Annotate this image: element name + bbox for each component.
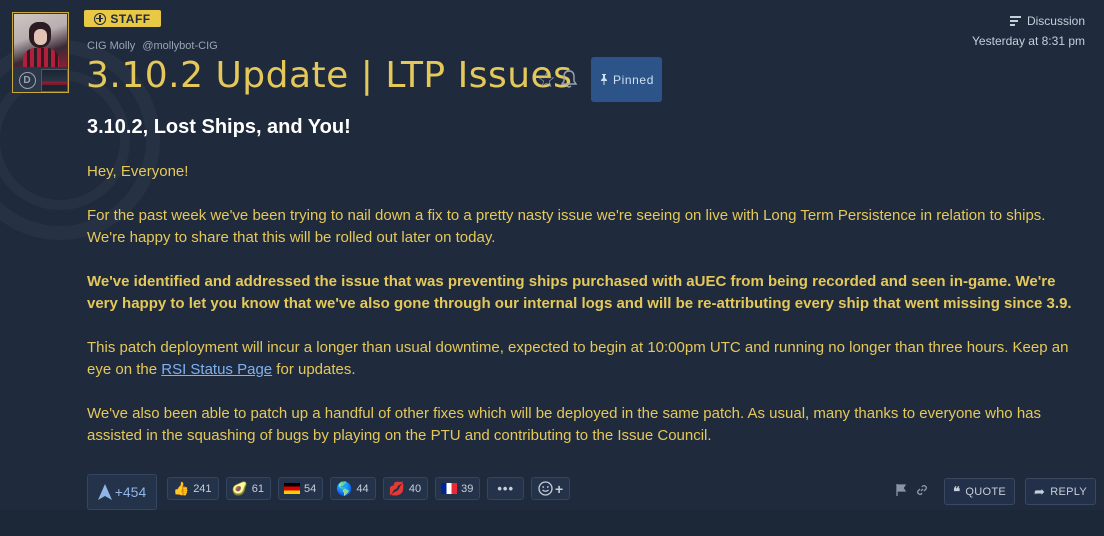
staff-crosshair-icon <box>94 12 107 25</box>
earth-globe-icon: 🌎 <box>336 481 353 496</box>
avocado-icon: 🥑 <box>231 481 248 496</box>
reactions-bar: 👍 241 🥑 61 54 🌎 44 💋 40 39 ••• + <box>167 477 571 500</box>
post-paragraph-1: For the past week we've been trying to n… <box>87 207 1046 246</box>
author-avatar-card[interactable]: D <box>12 12 69 93</box>
author-name[interactable]: CIG Molly <box>87 40 135 52</box>
reply-arrow-icon: ➦ <box>1034 483 1046 499</box>
reaction-thumbs-up[interactable]: 👍 241 <box>167 477 219 500</box>
post-greeting: Hey, Everyone! <box>87 163 189 180</box>
discussion-icon <box>1009 16 1021 26</box>
more-reactions-button[interactable]: ••• <box>487 477 525 500</box>
bottom-bar <box>0 510 1104 536</box>
reaction-france-flag[interactable]: 39 <box>435 477 481 500</box>
reaction-count: 61 <box>251 482 264 495</box>
quote-label: QUOTE <box>965 485 1007 498</box>
upvote-ship-icon <box>97 484 112 500</box>
post-actions: ❝ QUOTE ➦ REPLY <box>896 478 1096 505</box>
reaction-count: 39 <box>461 482 474 495</box>
upvote-button[interactable]: +454 <box>87 474 157 510</box>
reaction-avocado[interactable]: 🥑 61 <box>225 477 271 500</box>
thumbs-up-icon: 👍 <box>173 481 190 496</box>
quote-icon: ❝ <box>953 483 961 499</box>
post-meta: Discussion Yesterday at 8:31 pm <box>972 14 1085 48</box>
plus-icon: + <box>555 480 564 497</box>
reaction-germany-flag[interactable]: 54 <box>277 477 324 500</box>
pinned-label: Pinned <box>613 72 654 87</box>
para3-text-after: for updates. <box>272 361 356 378</box>
staff-badge: STAFF <box>84 10 161 27</box>
link-icon[interactable] <box>916 484 928 499</box>
post-paragraph-2: We've identified and addressed the issue… <box>87 273 1072 312</box>
org-badge[interactable]: D <box>14 69 40 92</box>
post-paragraph-4: We've also been able to patch up a handf… <box>87 405 1042 444</box>
reaction-count: 241 <box>193 482 212 495</box>
reply-button[interactable]: ➦ REPLY <box>1025 478 1096 505</box>
post-heading: 3.10.2, Lost Ships, and You! <box>87 116 351 138</box>
post-timestamp[interactable]: Yesterday at 8:31 pm <box>972 34 1085 48</box>
reaction-count: 44 <box>356 482 369 495</box>
add-reaction-button[interactable]: + <box>531 477 571 500</box>
post-body: 3.10.2, Lost Ships, and You! Hey, Everyo… <box>87 116 1077 469</box>
lips-icon: 💋 <box>388 481 405 496</box>
star-icon[interactable]: ☆ <box>537 68 556 93</box>
reaction-count: 54 <box>303 482 317 495</box>
reply-label: REPLY <box>1050 485 1087 498</box>
org-banner-icon[interactable] <box>41 69 68 92</box>
author-line: CIG Molly @mollybot-CIG <box>87 40 218 52</box>
smiley-icon <box>538 481 553 496</box>
quote-button[interactable]: ❝ QUOTE <box>944 478 1016 505</box>
pin-icon <box>601 74 608 85</box>
pinned-badge: Pinned <box>591 57 662 102</box>
reaction-count: 40 <box>408 482 422 495</box>
category-link[interactable]: Discussion <box>972 14 1085 28</box>
germany-flag-icon <box>283 483 300 494</box>
vote-count: +454 <box>114 484 147 500</box>
france-flag-icon <box>441 483 458 494</box>
avatar[interactable] <box>14 14 67 67</box>
author-handle[interactable]: @mollybot-CIG <box>142 40 217 52</box>
rsi-status-page-link[interactable]: RSI Status Page <box>161 361 272 378</box>
reaction-lips[interactable]: 💋 40 <box>382 477 429 500</box>
flag-icon[interactable] <box>896 484 907 499</box>
category-label[interactable]: Discussion <box>1027 14 1085 28</box>
reaction-earth-globe[interactable]: 🌎 44 <box>330 477 376 500</box>
post-paragraph-3: This patch deployment will incur a longe… <box>87 337 1077 381</box>
bell-icon[interactable] <box>560 68 578 90</box>
thread-title: 3.10.2 Update | LTP Issues <box>86 55 573 96</box>
staff-badge-label: STAFF <box>110 11 151 26</box>
